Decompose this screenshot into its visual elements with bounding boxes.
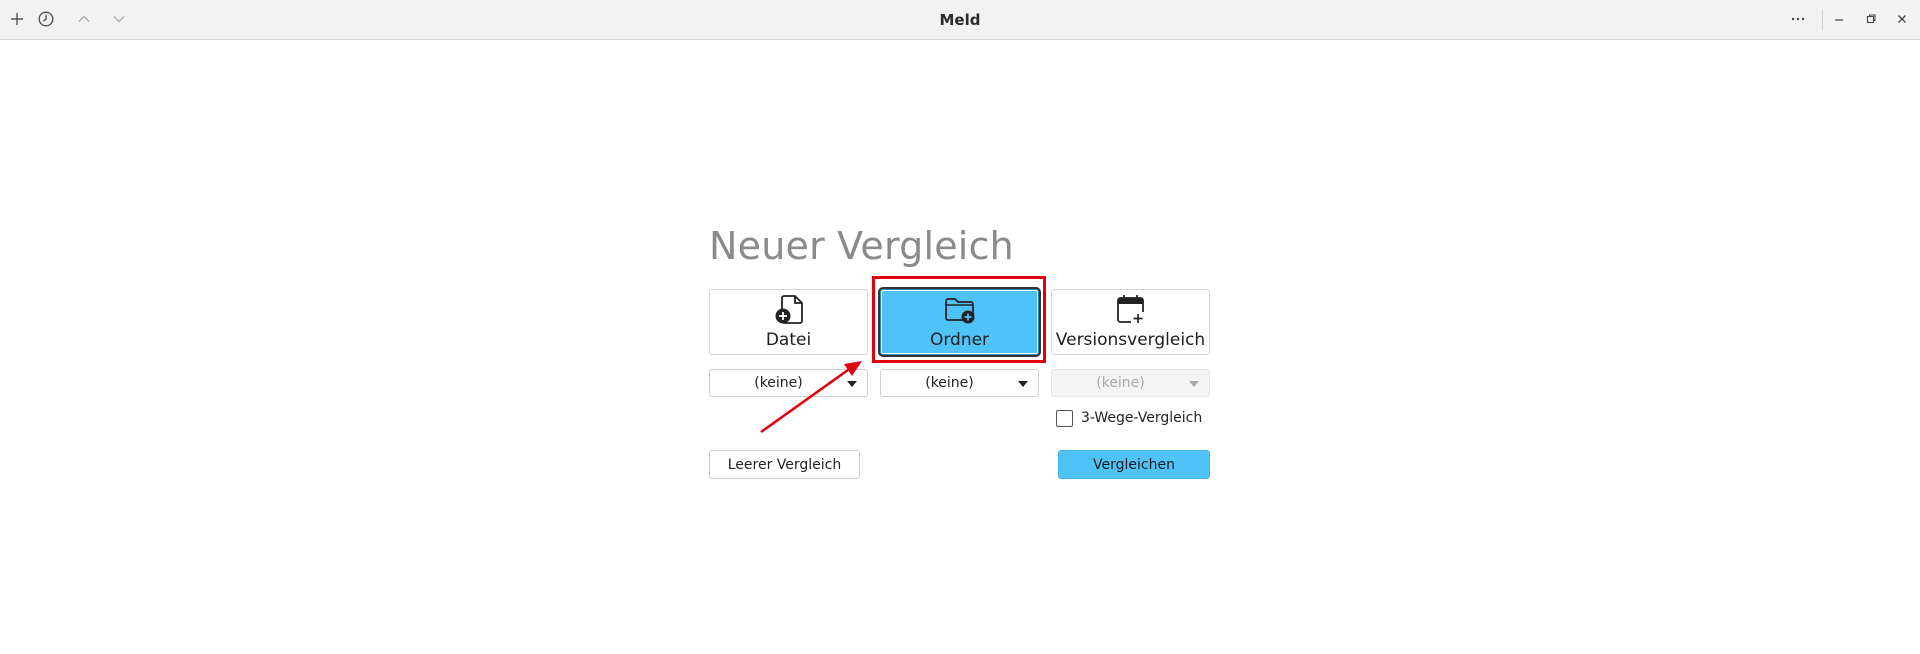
arrow-annotation <box>760 361 862 434</box>
meld-window: Meld Neuer Vergleich Datei Ordner Versio… <box>0 0 1920 654</box>
